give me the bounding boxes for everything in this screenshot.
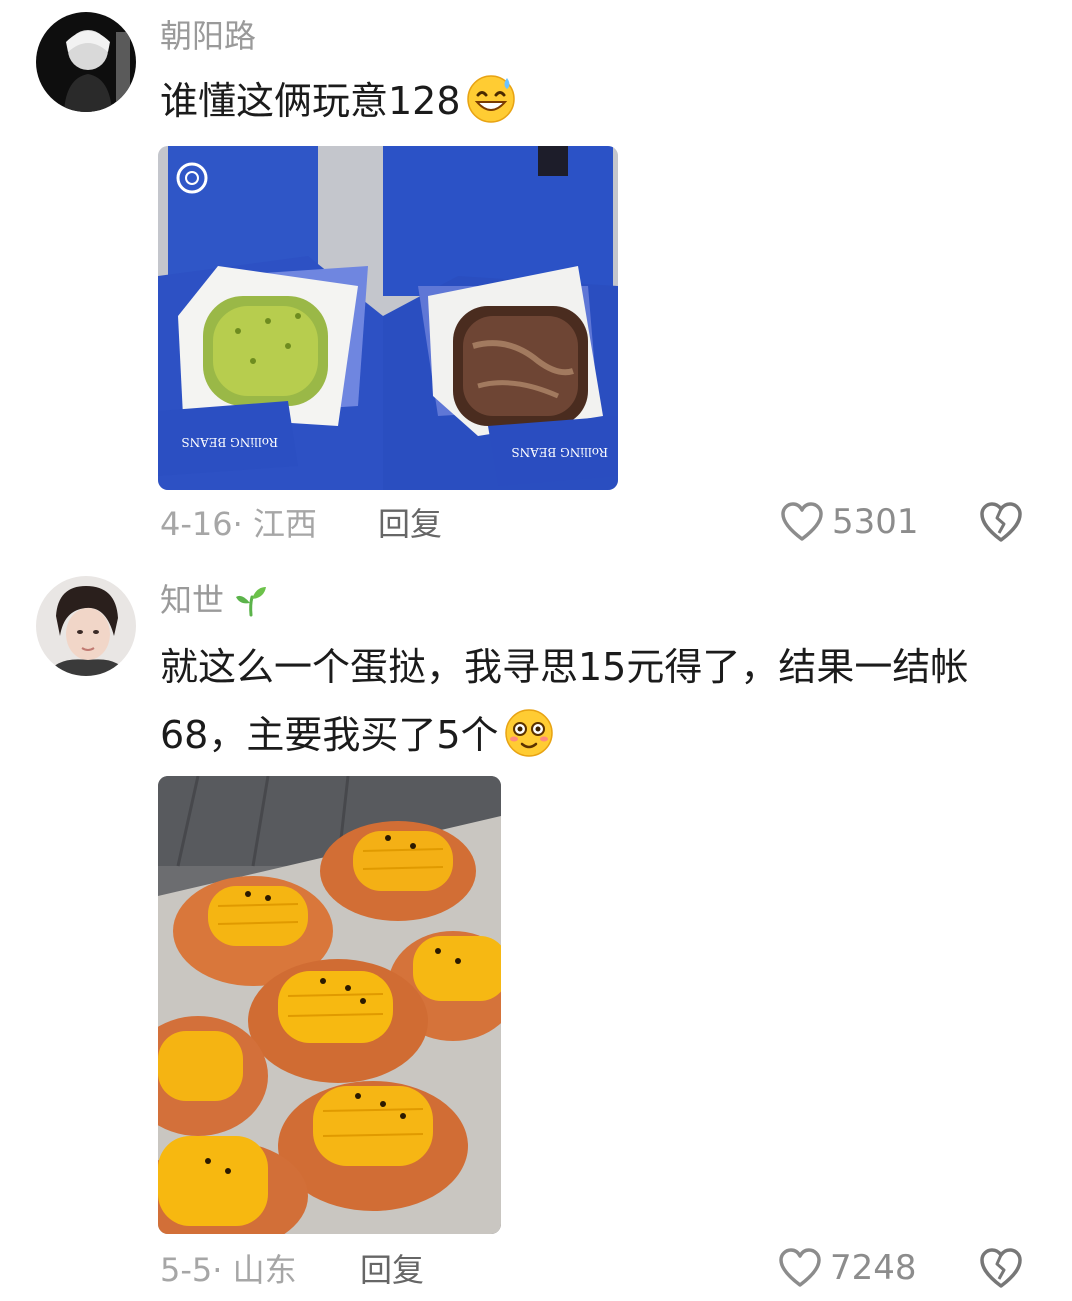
reply-button[interactable]: 回复 — [360, 1250, 424, 1290]
heart-icon — [781, 502, 823, 541]
like-button[interactable]: 7248 — [778, 1248, 917, 1288]
like-count: 7248 — [830, 1248, 917, 1288]
broken-heart-icon[interactable] — [978, 500, 1024, 546]
comment-2: 知世 就这么一个蛋挞，我寻思15元得了，结果一结帐 68，主要我买了5个 5-5… — [0, 560, 1072, 1301]
like-count: 5301 — [832, 502, 919, 542]
avatar[interactable] — [36, 576, 136, 676]
comment-photo-tarts[interactable] — [158, 776, 501, 1234]
heart-icon — [779, 1248, 821, 1287]
comment-1: 朝阳路 谁懂这俩玩意128 RolliNG BEANS RolliNG BEAN… — [0, 0, 1072, 560]
sprout-icon — [236, 587, 267, 617]
comment-photo-cakes[interactable]: RolliNG BEANS RolliNG BEANS — [158, 146, 618, 490]
reply-button[interactable]: 回复 — [378, 504, 442, 544]
comment-meta: 5-5· 山东 — [160, 1251, 297, 1289]
like-button[interactable]: 5301 — [780, 502, 919, 542]
flushed-icon — [504, 709, 553, 757]
box-print-right: RolliNG BEANS — [511, 445, 608, 459]
box-print-left: RolliNG BEANS — [181, 435, 278, 449]
username[interactable]: 知世 — [160, 580, 268, 620]
comment-meta: 4-16· 江西 — [160, 505, 317, 543]
username[interactable]: 朝阳路 — [160, 16, 256, 56]
grin-sweat-icon — [466, 75, 515, 123]
comment-text: 谁懂这俩玩意128 — [160, 72, 517, 130]
comment-text-body: 谁懂这俩玩意128 — [160, 79, 461, 123]
comment-text-line-2: 68，主要我买了5个 — [160, 706, 555, 764]
broken-heart-icon[interactable] — [978, 1246, 1024, 1292]
comment-text-line-2-body: 68，主要我买了5个 — [160, 713, 499, 757]
avatar[interactable] — [36, 12, 136, 112]
username-text: 知世 — [160, 581, 225, 619]
comment-text-line-1: 就这么一个蛋挞，我寻思15元得了，结果一结帐 — [160, 645, 969, 689]
